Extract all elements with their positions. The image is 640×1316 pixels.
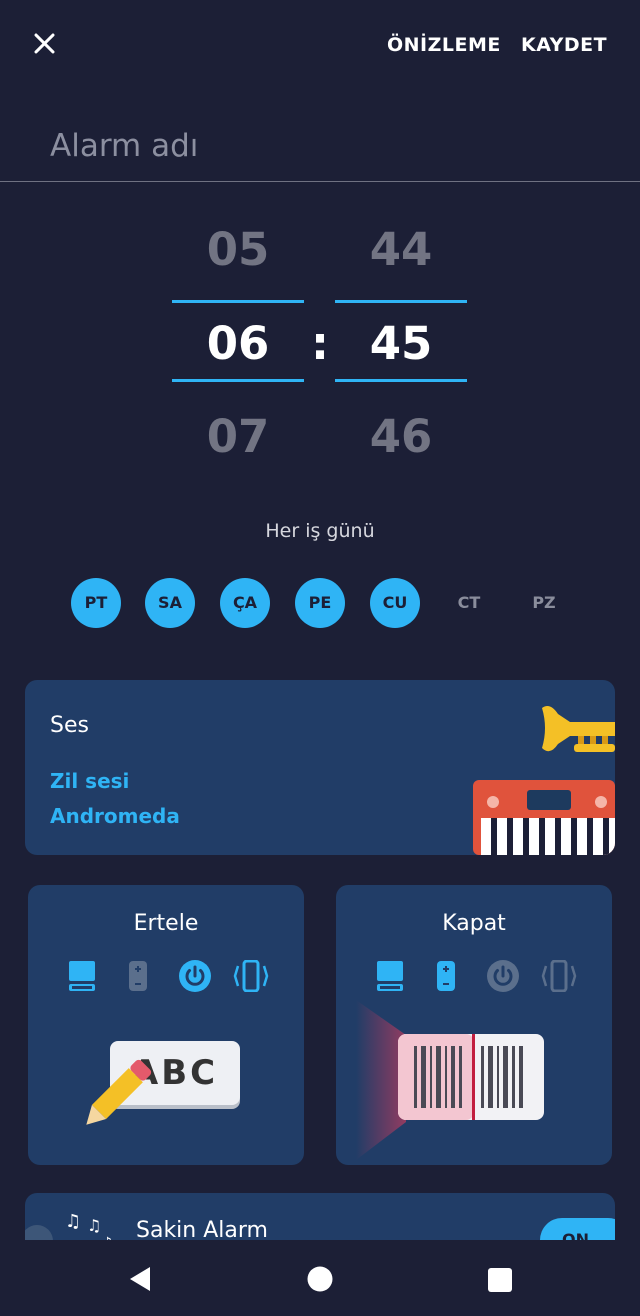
sound-card[interactable]: Ses Zil sesi Andromeda xyxy=(25,680,615,855)
hour-selection-line-bottom xyxy=(172,379,304,382)
day-wednesday[interactable]: ÇA xyxy=(220,578,270,628)
day-saturday[interactable]: CT xyxy=(444,578,494,628)
day-sunday[interactable]: PZ xyxy=(519,578,569,628)
time-separator: : xyxy=(311,317,329,370)
snooze-card[interactable]: Ertele ABC xyxy=(28,885,304,1165)
ringtone-value[interactable]: Andromeda xyxy=(50,804,180,828)
navigation-bar xyxy=(0,1240,640,1316)
recents-icon[interactable] xyxy=(488,1268,512,1292)
ringtone-type-label[interactable]: Zil sesi xyxy=(50,769,129,793)
minute-selection-line-top xyxy=(335,300,467,303)
day-thursday[interactable]: PE xyxy=(295,578,345,628)
vibrate-icon xyxy=(541,960,577,992)
minute-selected[interactable]: 45 xyxy=(335,317,467,370)
preview-button[interactable]: ÖNİZLEME xyxy=(387,34,501,56)
hour-prev[interactable]: 05 xyxy=(172,223,304,276)
hour-selection-line-top xyxy=(172,300,304,303)
minute-selection-line-bottom xyxy=(335,379,467,382)
minute-next[interactable]: 46 xyxy=(335,410,467,463)
dismiss-card[interactable]: Kapat xyxy=(336,885,612,1165)
trumpet-icon xyxy=(542,706,615,752)
divider xyxy=(0,181,640,182)
snooze-title: Ertele xyxy=(133,911,199,936)
phone-icon xyxy=(69,961,95,991)
minute-prev[interactable]: 44 xyxy=(335,223,467,276)
svg-text:♫: ♫ xyxy=(87,1216,101,1235)
barcode-scan-icon xyxy=(356,1000,544,1160)
hour-next[interactable]: 07 xyxy=(172,410,304,463)
day-monday[interactable]: PT xyxy=(71,578,121,628)
save-button[interactable]: KAYDET xyxy=(521,34,607,56)
power-button-icon xyxy=(487,960,519,992)
shake-icon xyxy=(437,961,455,991)
back-icon[interactable] xyxy=(128,1266,152,1292)
home-icon[interactable] xyxy=(307,1266,333,1292)
sound-title: Ses xyxy=(50,713,89,738)
day-friday[interactable]: CU xyxy=(370,578,420,628)
close-icon[interactable] xyxy=(28,28,60,60)
power-button-icon xyxy=(179,960,211,992)
vibrate-icon xyxy=(233,960,269,992)
pencil-icon xyxy=(86,1059,152,1125)
dismiss-title: Kapat xyxy=(442,911,506,936)
shake-icon xyxy=(129,961,147,991)
day-tuesday[interactable]: SA xyxy=(145,578,195,628)
hour-selected[interactable]: 06 xyxy=(172,317,304,370)
svg-text:♫: ♫ xyxy=(65,1211,81,1232)
alarm-name-input[interactable] xyxy=(50,128,610,164)
keyboard-icon xyxy=(473,780,615,855)
phone-icon xyxy=(377,961,403,991)
repeat-summary: Her iş günü xyxy=(265,520,375,542)
